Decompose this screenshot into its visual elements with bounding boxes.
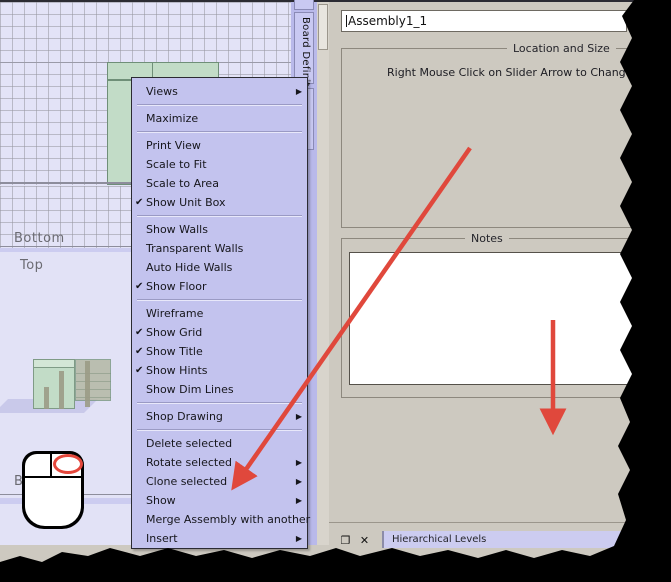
menu-separator [137, 215, 302, 217]
menu-item-rotate-selected[interactable]: Rotate selected ▶ [132, 453, 307, 472]
menu-separator [137, 429, 302, 431]
menu-item-label: Show Grid [146, 326, 203, 339]
menu-item-scale-to-area[interactable]: Scale to Area [132, 174, 307, 193]
menu-item-label: Maximize [146, 112, 199, 125]
submenu-arrow-icon: ▶ [295, 477, 302, 486]
isometric-cabinet[interactable] [0, 359, 115, 413]
menu-item-label: Delete selected [146, 437, 233, 450]
vertical-tab-0-label [295, 0, 301, 5]
submenu-arrow-icon: ▶ [295, 534, 302, 543]
menu-item-label: Rotate selected [146, 456, 232, 469]
submenu-arrow-icon: ▶ [295, 412, 302, 421]
menu-separator [137, 131, 302, 133]
menu-item-label: Show Unit Box [146, 196, 226, 209]
mouse-illustration [22, 451, 84, 529]
checkmark-icon: ✔ [135, 365, 144, 376]
app-window: Bottom Top Board Definit Assembly1_1 Loc… [0, 0, 671, 582]
view-label-bottom: Bottom [14, 231, 65, 246]
submenu-arrow-icon: ▶ [295, 458, 302, 467]
menu-item-delete-selected[interactable]: Delete selected [132, 434, 307, 453]
menu-item-show[interactable]: Show ▶ [132, 491, 307, 510]
menu-item-label: Show Hints [146, 364, 208, 377]
menu-item-clone-selected[interactable]: Clone selected ▶ [132, 472, 307, 491]
notes-legend: Notes [465, 232, 509, 245]
menu-item-label: Transparent Walls [146, 242, 244, 255]
menu-separator [137, 402, 302, 404]
menu-item-wireframe[interactable]: Wireframe [132, 304, 307, 323]
submenu-arrow-icon: ▶ [295, 87, 302, 96]
context-menu[interactable]: Views ▶ Maximize Print View Scale to Fit Scal… [131, 77, 311, 549]
menu-item-label: Views [146, 85, 178, 98]
property-panel: Assembly1_1 Location and Size Right Mous… [329, 0, 671, 545]
menu-item-show-hints[interactable]: ✔ Show Hints [132, 361, 307, 380]
menu-item-label: Show Floor [146, 280, 207, 293]
menu-item-insert[interactable]: Insert ▶ [132, 529, 307, 548]
checkmark-icon: ✔ [135, 346, 144, 357]
menu-item-label: Auto Hide Walls [146, 261, 233, 274]
menu-item-print-view[interactable]: Print View [132, 136, 307, 155]
menu-item-label: Scale to Fit [146, 158, 207, 171]
menu-item-show-dim-lines[interactable]: Show Dim Lines [132, 380, 307, 399]
menu-item-shop-drawing[interactable]: Shop Drawing ▶ [132, 407, 307, 426]
location-size-legend: Location and Size [507, 42, 616, 55]
checkmark-icon: ✔ [135, 281, 144, 292]
panel-scrollbar-thumb[interactable] [318, 4, 328, 50]
menu-item-label: Show Dim Lines [146, 383, 234, 396]
menu-item-merge-assembly-with-another[interactable]: Merge Assembly with another [132, 510, 311, 529]
dock-title: Hierarchical Levels [382, 531, 632, 548]
dock-top-rail [329, 522, 671, 529]
menu-item-label: Show Walls [146, 223, 208, 236]
menu-item-label: Merge Assembly with another [146, 513, 311, 526]
slider-hint-text: Right Mouse Click on Slider Arrow to Cha… [387, 66, 653, 79]
menu-item-label: Insert [146, 532, 178, 545]
menu-item-label: Scale to Area [146, 177, 219, 190]
assembly-name-field[interactable]: Assembly1_1 [341, 10, 627, 32]
menu-item-show-floor[interactable]: ✔ Show Floor [132, 277, 307, 296]
menu-item-show-title[interactable]: ✔ Show Title [132, 342, 307, 361]
view-label-top: Top [20, 258, 44, 273]
notes-textarea[interactable] [349, 252, 633, 385]
menu-separator [137, 104, 302, 106]
menu-item-label: Shop Drawing [146, 410, 223, 423]
submenu-arrow-icon: ▶ [295, 496, 302, 505]
menu-item-label: Wireframe [146, 307, 204, 320]
checkmark-icon: ✔ [135, 327, 144, 338]
menu-separator [137, 299, 302, 301]
bottom-bar [0, 545, 671, 582]
menu-item-show-walls[interactable]: Show Walls [132, 220, 307, 239]
close-icon[interactable]: ✕ [355, 532, 374, 548]
menu-item-show-grid[interactable]: ✔ Show Grid [132, 323, 307, 342]
menu-item-auto-hide-walls[interactable]: Auto Hide Walls [132, 258, 307, 277]
assembly-name-value: Assembly1_1 [348, 14, 428, 28]
menu-item-label: Clone selected [146, 475, 228, 488]
restore-icon[interactable]: ❐ [336, 532, 355, 548]
menu-item-scale-to-fit[interactable]: Scale to Fit [132, 155, 307, 174]
menu-item-label: Show Title [146, 345, 203, 358]
right-button-highlight-circle [53, 454, 83, 474]
menu-item-views[interactable]: Views ▶ [132, 82, 307, 101]
menu-item-show-unit-box[interactable]: ✔ Show Unit Box [132, 193, 307, 212]
menu-item-label: Show [146, 494, 176, 507]
vertical-tab-board-definition[interactable]: Board Definit [294, 12, 314, 87]
dock-window-controls: ❐ ✕ [336, 532, 378, 548]
checkmark-icon: ✔ [135, 197, 144, 208]
menu-item-transparent-walls[interactable]: Transparent Walls [132, 239, 307, 258]
vertical-tab-0[interactable] [294, 0, 314, 10]
panel-scrollbar[interactable] [317, 0, 329, 545]
menu-item-maximize[interactable]: Maximize [132, 109, 307, 128]
menu-item-label: Print View [146, 139, 201, 152]
